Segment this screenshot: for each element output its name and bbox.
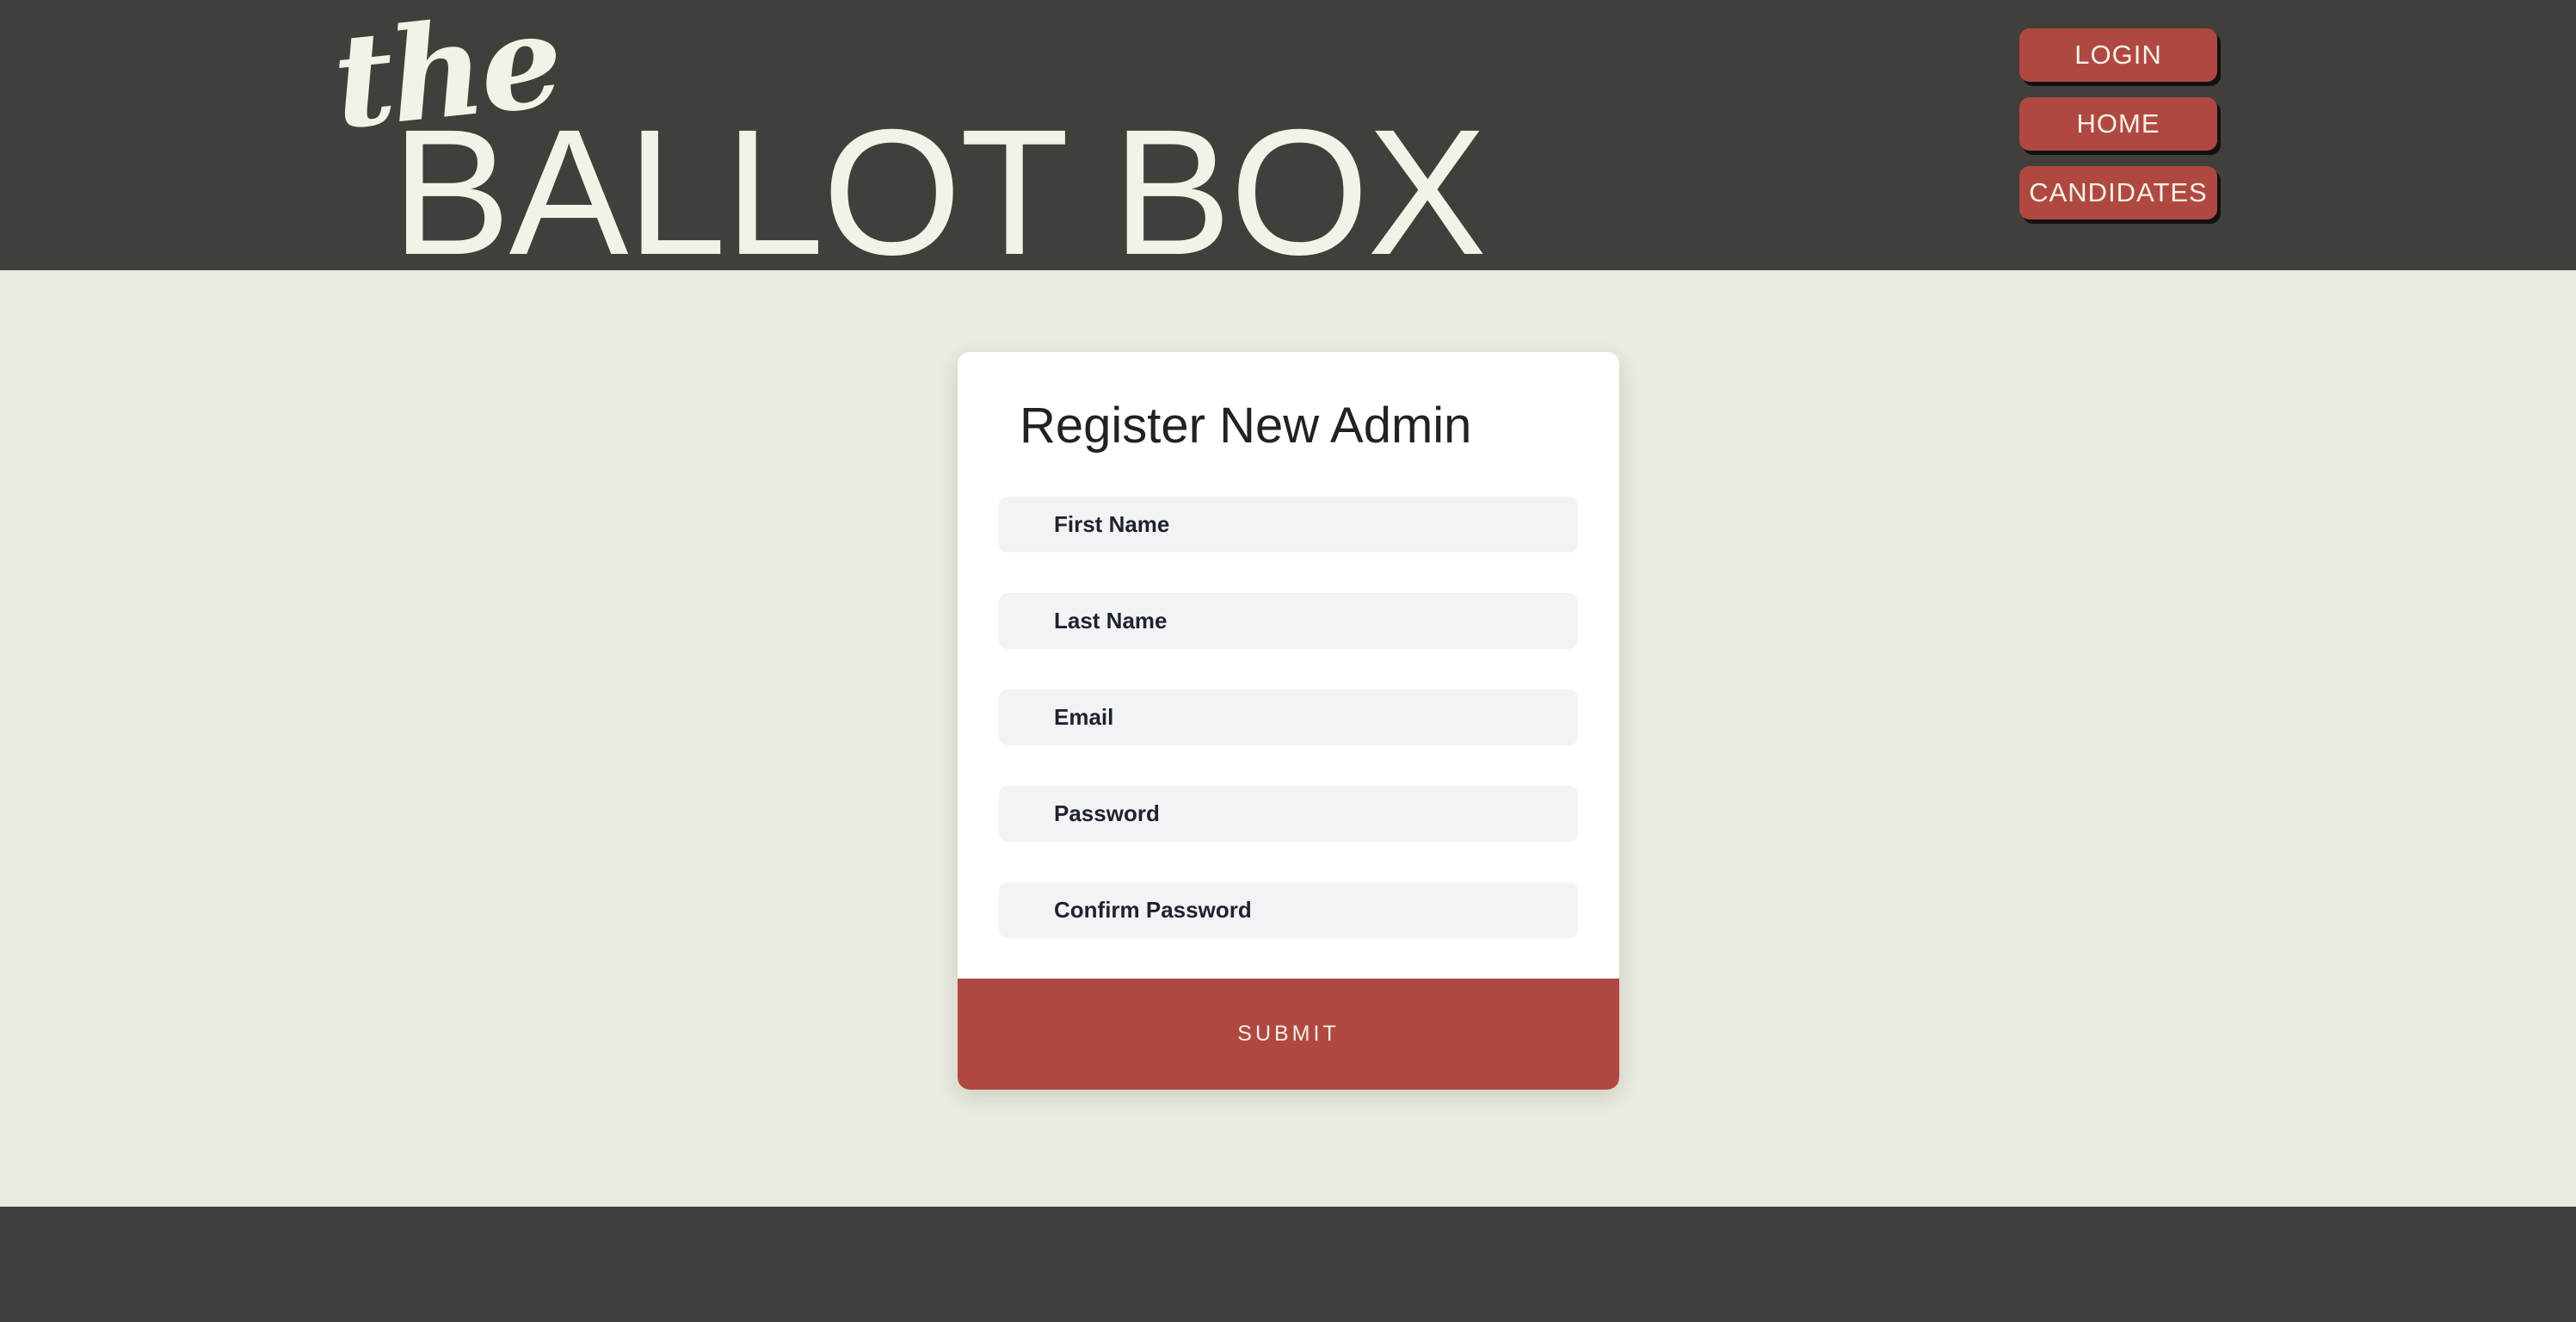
site-footer [0, 1207, 2576, 1322]
home-button[interactable]: HOME [2019, 97, 2217, 151]
candidates-button[interactable]: CANDIDATES [2019, 166, 2217, 219]
first-name-input[interactable] [999, 497, 1578, 553]
email-input[interactable] [999, 689, 1578, 745]
logo-title-text: BALLOT BOX [391, 93, 1487, 293]
confirm-password-input[interactable] [999, 882, 1578, 938]
main-nav: LOGIN HOME CANDIDATES [2019, 28, 2217, 235]
password-input[interactable] [999, 786, 1578, 842]
site-header: the BALLOT BOX LOGIN HOME CANDIDATES [0, 0, 2576, 282]
login-button[interactable]: LOGIN [2019, 28, 2217, 82]
last-name-input[interactable] [999, 593, 1578, 649]
submit-button[interactable]: SUBMIT [958, 979, 1619, 1090]
form-title: Register New Admin [1020, 398, 1472, 454]
register-admin-form: Register New Admin SUBMIT [958, 352, 1619, 1090]
